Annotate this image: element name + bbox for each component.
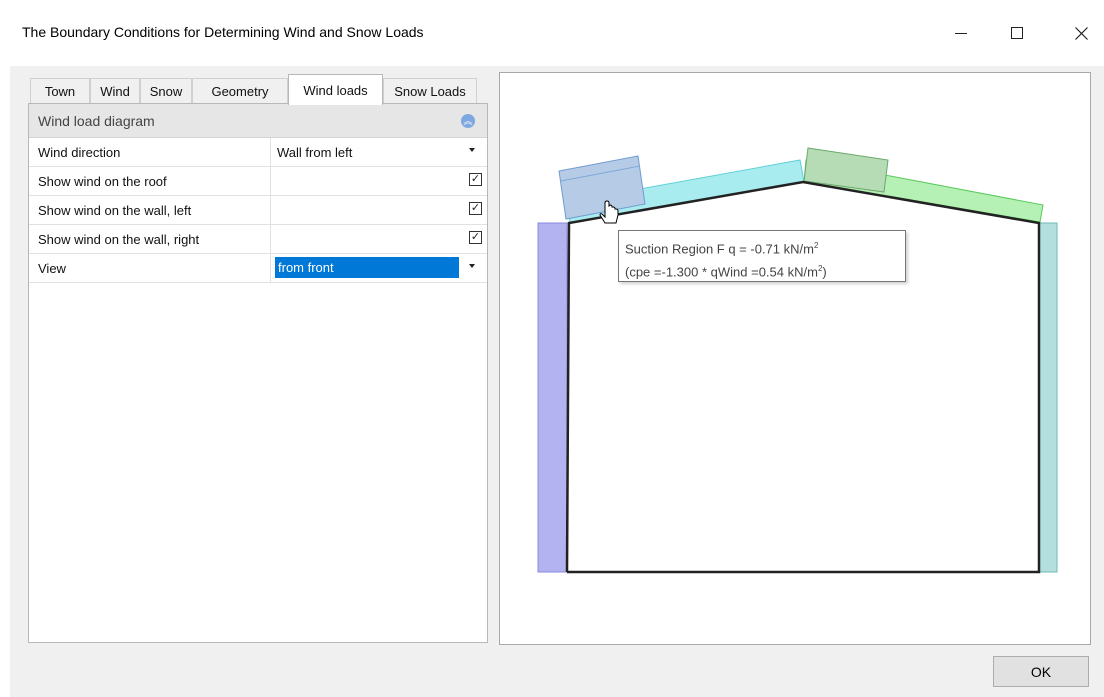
ok-button[interactable]: OK xyxy=(993,656,1089,687)
right-wall-load[interactable] xyxy=(1038,222,1058,573)
tooltip: Suction Region F q = -0.71 kN/m2 (cpe =-… xyxy=(618,230,906,282)
wind-load-diagram xyxy=(537,147,1058,574)
tooltip-line-2: (cpe =-1.300 * qWind =0.54 kN/m2) xyxy=(625,264,827,280)
dialog-window: The Boundary Conditions for Determining … xyxy=(0,0,1104,697)
tab-wind-loads[interactable]: Wind loads xyxy=(288,74,383,105)
tooltip-line-1: Suction Region F q = -0.71 kN/m2 xyxy=(625,241,819,257)
left-wall-load[interactable] xyxy=(537,222,568,573)
